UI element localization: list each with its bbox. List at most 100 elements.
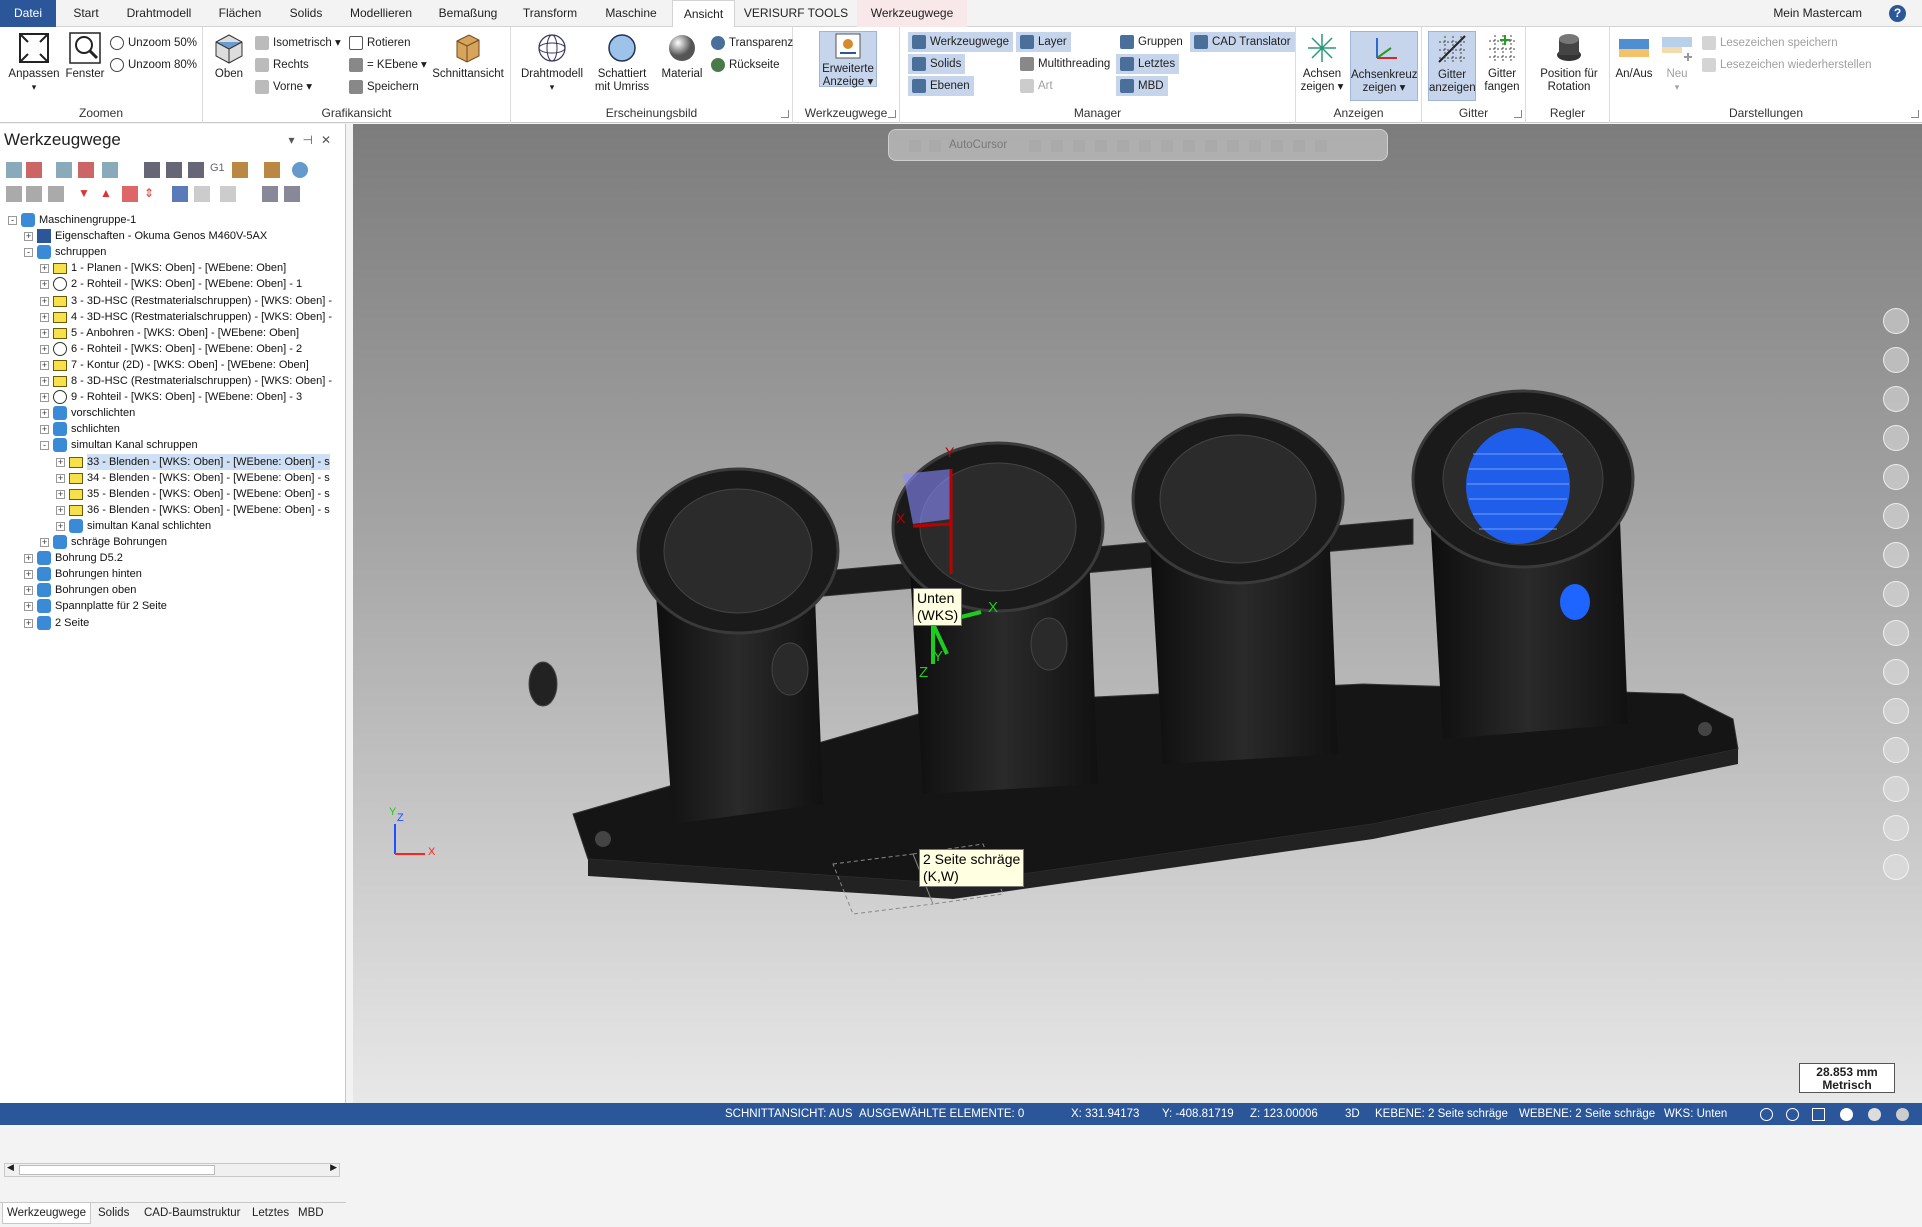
toggle-display-icon[interactable]	[26, 186, 42, 202]
manager-ebenen-toggle[interactable]: Ebenen	[908, 76, 974, 96]
material-toggle-icon[interactable]	[1868, 1108, 1881, 1121]
wand-icon[interactable]	[264, 162, 280, 178]
zoom-fit-quick-icon[interactable]	[1883, 347, 1909, 373]
display-options-icon[interactable]	[220, 186, 236, 202]
speichern-button[interactable]: Speichern	[349, 77, 419, 97]
clear-quick-icon[interactable]	[1883, 854, 1909, 880]
fenster-button[interactable]: Fenster	[62, 31, 108, 81]
tab-letztes-panel[interactable]: Letztes	[252, 1207, 289, 1219]
layers-quick-icon[interactable]	[1883, 776, 1909, 802]
settings-quick-icon[interactable]	[1883, 815, 1909, 841]
tree-node[interactable]: +35 - Blenden - [WKS: Oben] - [WEbene: O…	[8, 486, 342, 502]
schnittansicht-button[interactable]: Schnittansicht	[429, 31, 507, 81]
manager-letztes-toggle[interactable]: Letztes	[1116, 54, 1180, 74]
g1-icon[interactable]: G1	[210, 162, 226, 178]
status-z-coord[interactable]: Z: 123.00006	[1250, 1103, 1318, 1125]
expand-icon[interactable]: +	[56, 489, 65, 499]
tab-start[interactable]: Start	[64, 0, 108, 27]
status-webene[interactable]: WEBENE: 2 Seite schräge	[1519, 1103, 1655, 1125]
tree-node[interactable]: +9 - Rohteil - [WKS: Oben] - [WEbene: Ob…	[8, 389, 342, 405]
an-aus-button[interactable]: An/Aus	[1612, 31, 1656, 81]
tab-werkzeugwege-panel[interactable]: Werkzeugwege	[2, 1203, 92, 1224]
tree-node[interactable]: +34 - Blenden - [WKS: Oben] - [WEbene: O…	[8, 470, 342, 486]
manager-gruppen-toggle[interactable]: Gruppen	[1120, 32, 1183, 52]
dialog-launcher-icon[interactable]	[888, 110, 896, 118]
rotieren-button[interactable]: Rotieren	[349, 33, 410, 53]
expand-icon[interactable]: +	[40, 360, 49, 370]
schattiert-mit-umriss-button[interactable]: Schattiert mit Umriss	[591, 31, 653, 94]
tab-modellieren[interactable]: Modellieren	[342, 0, 420, 27]
manager-multithreading-toggle[interactable]: Multithreading	[1020, 54, 1110, 74]
lock-icon[interactable]	[6, 186, 22, 202]
show-all-icon[interactable]	[194, 186, 210, 202]
tab-mbd-panel[interactable]: MBD	[298, 1207, 324, 1219]
expand-icon[interactable]: +	[40, 296, 49, 306]
globe-icon[interactable]	[1760, 1108, 1773, 1121]
manager-art-toggle[interactable]: Art	[1020, 76, 1053, 96]
drahtmodell-button[interactable]: Drahtmodell ▾	[517, 31, 587, 94]
curve-quick-icon[interactable]	[1883, 425, 1909, 451]
tree-node[interactable]: - Maschinengruppe-1	[8, 212, 342, 228]
achsen-zeigen-button[interactable]: Achsen zeigen ▾	[1300, 31, 1344, 94]
tree-node[interactable]: +3 - 3D-HSC (Restmaterialschruppen) - [W…	[8, 293, 342, 309]
tree-node[interactable]: + Bohrungen oben	[8, 582, 342, 598]
unzoom-80-button[interactable]: Unzoom 80%	[110, 55, 197, 75]
anpassen-button[interactable]: Anpassen ▾	[8, 31, 60, 94]
backplot-icon[interactable]	[102, 162, 118, 178]
tree-node[interactable]: +33 - Blenden - [WKS: Oben] - [WEbene: O…	[8, 453, 342, 470]
horizontal-scrollbar[interactable]: ◀ ▶	[4, 1162, 340, 1177]
status-mode-3d[interactable]: 3D	[1345, 1103, 1360, 1125]
material-button[interactable]: Material	[655, 31, 709, 81]
shaded-toggle-icon[interactable]	[1840, 1108, 1853, 1121]
rechts-button[interactable]: Rechts	[255, 55, 309, 75]
dialog-launcher-icon[interactable]	[1514, 110, 1522, 118]
expand-icon[interactable]: +	[24, 586, 33, 596]
tree-node[interactable]: +8 - 3D-HSC (Restmaterialschruppen) - [W…	[8, 373, 342, 389]
tree-node[interactable]: + simultan Kanal schlichten	[8, 518, 342, 534]
regenerate-dirty-icon[interactable]	[78, 162, 94, 178]
tree-node[interactable]: - simultan Kanal schruppen	[8, 437, 342, 453]
expand-icon[interactable]: +	[40, 280, 49, 290]
tab-ansicht[interactable]: Ansicht	[672, 0, 735, 28]
status-x-coord[interactable]: X: 331.94173	[1071, 1103, 1139, 1125]
tab-solids[interactable]: Solids	[278, 0, 334, 27]
insert-arrow-icon[interactable]	[122, 186, 138, 202]
expand-icon[interactable]: +	[24, 602, 33, 612]
help-icon[interactable]	[292, 162, 308, 178]
panel-controls[interactable]: ▾⊣✕	[288, 133, 339, 147]
transparenz-button[interactable]: Transparenz	[711, 33, 793, 53]
vorne-button[interactable]: Vorne ▾	[255, 77, 312, 97]
move-up-icon[interactable]: ▲	[100, 186, 116, 202]
tree-node[interactable]: + vorschlichten	[8, 405, 342, 421]
lesezeichen-speichern-button[interactable]: Lesezeichen speichern	[1702, 33, 1838, 53]
neu-button[interactable]: Neu ▾	[1656, 31, 1698, 94]
tree-node[interactable]: + Spannplatte für 2 Seite	[8, 598, 342, 614]
expand-icon[interactable]: +	[56, 505, 65, 515]
manager-werkzeugwege-toggle[interactable]: Werkzeugwege	[908, 32, 1014, 52]
tab-transform[interactable]: Transform	[514, 0, 586, 27]
unzoom-50-button[interactable]: Unzoom 50%	[110, 33, 197, 53]
tab-drahtmodell[interactable]: Drahtmodell	[118, 0, 200, 27]
cad-translator-toggle[interactable]: CAD Translator	[1190, 32, 1295, 52]
erweiterte-anzeige-button[interactable]: Erweiterte Anzeige ▾	[819, 31, 877, 88]
status-kebene[interactable]: KEBENE: 2 Seite schräge	[1375, 1103, 1508, 1125]
toggle-posting-icon[interactable]	[48, 186, 64, 202]
tree-node[interactable]: +36 - Blenden - [WKS: Oben] - [WEbene: O…	[8, 502, 342, 518]
tree-node[interactable]: +2 - Rohteil - [WKS: Oben] - [WEbene: Ob…	[8, 276, 342, 292]
manager-layer-toggle[interactable]: Layer	[1016, 32, 1071, 52]
simulate-icon[interactable]	[166, 162, 182, 178]
tab-werkzeugwege[interactable]: Werkzeugwege	[857, 0, 967, 27]
kebene-button[interactable]: = KEbene ▾	[349, 55, 427, 75]
tab-verisurf-tools[interactable]: VERISURF TOOLS	[742, 0, 850, 27]
manager-solids-toggle[interactable]: Solids	[908, 54, 966, 74]
collapse-icon[interactable]: -	[24, 248, 33, 258]
expand-icon[interactable]: +	[24, 570, 33, 580]
circle-quick-icon[interactable]	[1883, 386, 1909, 412]
tool-manager-icon[interactable]	[262, 186, 278, 202]
expand-icon[interactable]: +	[40, 409, 49, 419]
expand-icon[interactable]: +	[40, 328, 49, 338]
expand-icon[interactable]: +	[40, 425, 49, 435]
scroll-right-icon[interactable]: ▶	[330, 1162, 337, 1173]
expand-icon[interactable]: +	[24, 232, 33, 242]
display-toggle-icon[interactable]	[1896, 1108, 1909, 1121]
